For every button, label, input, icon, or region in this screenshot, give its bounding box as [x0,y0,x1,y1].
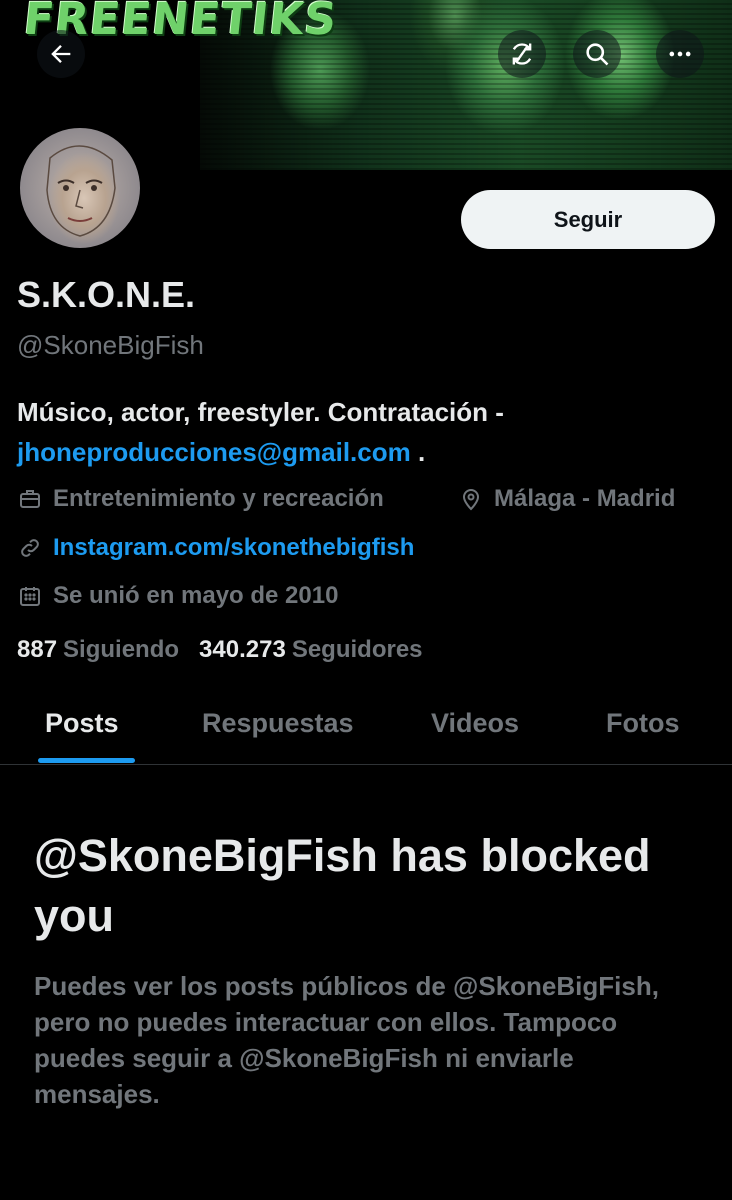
profile-category: Entretenimiento y recreación [17,485,384,513]
link-icon [17,535,43,561]
follow-stats: 887 Siguiendo 340.273 Seguidores [17,636,443,664]
blocked-message: Puedes ver los posts públicos de @SkoneB… [34,971,659,1109]
followers-count[interactable]: 340.273 [199,636,286,664]
active-tab-indicator [38,758,135,763]
location-text: Málaga - Madrid [494,485,676,512]
bio-trailing: . [410,437,426,467]
tab-fotos[interactable]: Fotos [606,708,680,739]
tab-videos[interactable]: Videos [431,708,519,739]
following-label[interactable]: Siguiendo [63,636,179,664]
back-button[interactable] [37,30,85,78]
profile-location: Málaga - Madrid [458,485,675,513]
refresh-icon [508,40,536,68]
blocked-title: @SkoneBigFish has blocked you [34,830,651,941]
bio-text: Músico, actor, freestyler. Contratación … [17,397,504,427]
more-icon [666,40,694,68]
search-icon [583,40,611,68]
profile-joined: Se unió en mayo de 2010 [17,582,338,610]
profile-handle: @SkoneBigFish [17,330,204,360]
tab-respuestas[interactable]: Respuestas [202,708,354,739]
followers-label[interactable]: Seguidores [292,636,423,664]
category-text: Entretenimiento y recreación [53,485,384,512]
avatar[interactable] [16,124,144,252]
profile-bio: Músico, actor, freestyler. Contratación … [17,392,717,472]
profile-website: Instagram.com/skonethebigfish [17,534,414,562]
joined-text: Se unió en mayo de 2010 [53,582,339,609]
refresh-button[interactable] [498,30,546,78]
avatar-drawing [46,145,116,237]
profile-tabs: Posts Respuestas Videos Fotos [0,690,732,765]
calendar-icon [17,583,43,609]
location-pin-icon [458,486,484,512]
search-button[interactable] [573,30,621,78]
website-link[interactable]: Instagram.com/skonethebigfish [53,534,414,562]
arrow-left-icon [47,40,75,68]
briefcase-icon [17,486,43,512]
bio-email-link[interactable]: jhoneproducciones@gmail.com [17,437,411,467]
tab-posts[interactable]: Posts [45,708,119,739]
follow-button[interactable]: Seguir [461,190,715,249]
more-button[interactable] [656,30,704,78]
following-count[interactable]: 887 [17,636,57,664]
profile-name: S.K.O.N.E. [17,274,196,315]
